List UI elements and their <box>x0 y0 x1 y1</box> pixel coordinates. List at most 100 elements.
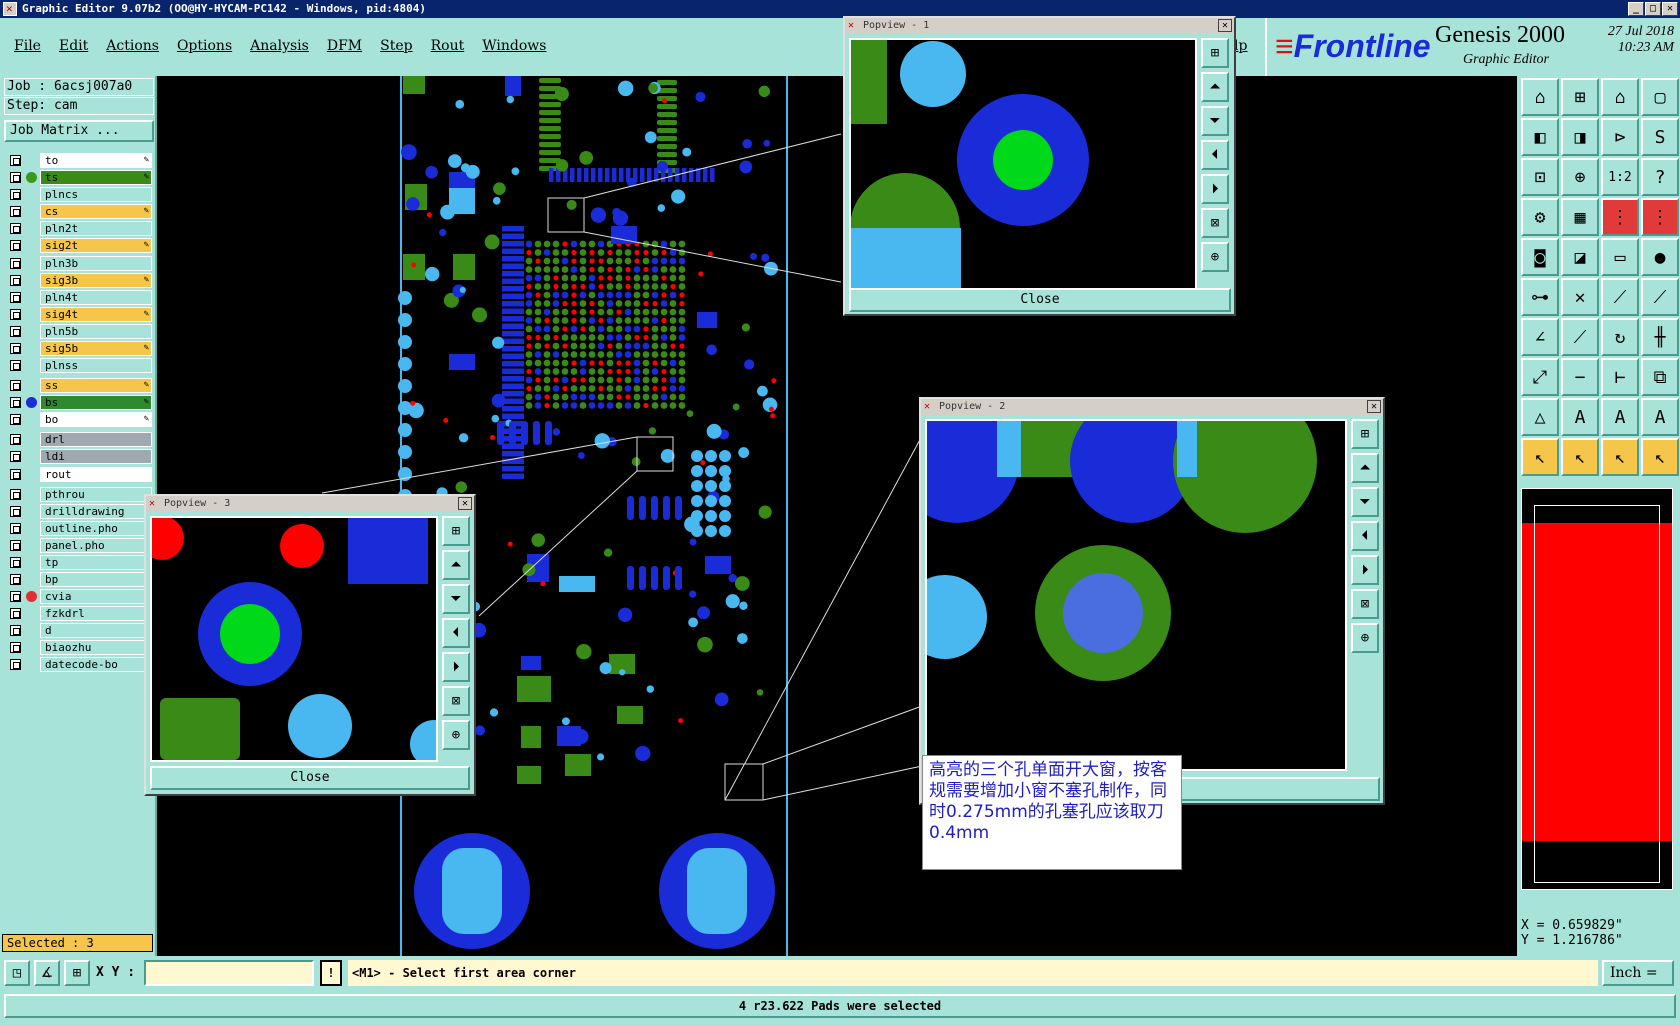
round-pad[interactable] <box>697 636 713 653</box>
smd-pad[interactable] <box>502 391 524 397</box>
bga-pad[interactable] <box>616 377 622 383</box>
bga-pad[interactable] <box>535 292 541 298</box>
bga-pad[interactable] <box>615 342 623 350</box>
smd-pad[interactable] <box>502 308 524 315</box>
popview-3-down-icon[interactable]: ⏷ <box>442 584 470 614</box>
round-pad[interactable] <box>540 581 546 587</box>
bga-pad[interactable] <box>660 300 668 307</box>
round-pad[interactable] <box>657 160 668 172</box>
xy-input[interactable] <box>144 960 314 986</box>
round-pad[interactable] <box>750 252 758 260</box>
round-pad[interactable] <box>706 423 722 439</box>
bga-pad[interactable] <box>552 291 560 299</box>
layer-row[interactable]: pln5b <box>6 323 154 339</box>
oval-pad[interactable] <box>639 496 646 520</box>
round-pad[interactable] <box>768 406 774 412</box>
bga-pad[interactable] <box>571 300 577 307</box>
bga-pad[interactable] <box>525 317 533 324</box>
round-pad[interactable] <box>657 204 666 212</box>
layer-name[interactable]: ss <box>40 378 152 394</box>
bga-pad[interactable] <box>651 368 659 375</box>
bga-pad[interactable] <box>598 385 604 392</box>
smd-pad[interactable] <box>502 346 524 352</box>
popview-2-left-icon[interactable]: ⏴ <box>1351 521 1379 551</box>
bga-pad[interactable] <box>652 385 658 392</box>
via-array-pad[interactable] <box>691 450 703 462</box>
component-pad[interactable] <box>697 312 717 328</box>
layer-checkbox[interactable] <box>10 397 21 409</box>
bga-pad[interactable] <box>633 308 641 316</box>
round-pad[interactable] <box>576 644 592 660</box>
bga-pad[interactable] <box>642 308 650 316</box>
bga-pad[interactable] <box>669 266 677 273</box>
layer-name[interactable]: ldi <box>40 449 152 465</box>
bga-pad[interactable] <box>597 325 605 333</box>
round-pad[interactable] <box>660 449 675 463</box>
fine-pitch-pad[interactable] <box>598 168 603 182</box>
bga-pad[interactable] <box>543 351 551 358</box>
via-array-pad[interactable] <box>719 465 731 477</box>
mounting-pad-right[interactable] <box>659 833 775 949</box>
menu-analysis[interactable]: Analysis <box>250 38 309 54</box>
bga-pad[interactable] <box>606 325 614 333</box>
round-pad[interactable] <box>771 378 777 384</box>
bga-pad[interactable] <box>642 283 650 290</box>
layer-name[interactable]: panel.pho <box>40 537 152 553</box>
popview-3-close-icon[interactable]: ✕ <box>458 497 472 510</box>
round-pad[interactable] <box>695 91 706 103</box>
bga-pad[interactable] <box>588 342 596 350</box>
layer-row[interactable]: sig2t <box>6 237 154 254</box>
layer-row[interactable]: panel.pho <box>6 537 154 553</box>
layer-row[interactable]: cvia <box>6 588 154 605</box>
bga-pad[interactable] <box>678 402 686 409</box>
layer-name[interactable]: sig3b <box>40 272 152 288</box>
bga-pad[interactable] <box>597 351 605 358</box>
smd-pad[interactable] <box>502 413 524 420</box>
layer-row[interactable]: ldi <box>6 448 154 465</box>
bga-pad[interactable] <box>633 325 641 333</box>
bga-pad[interactable] <box>534 342 542 350</box>
layer-row[interactable]: d <box>6 622 154 639</box>
bga-pad[interactable] <box>535 377 541 383</box>
bga-pad[interactable] <box>597 240 605 248</box>
round-pad[interactable] <box>401 144 417 161</box>
bga-pad[interactable] <box>552 402 560 409</box>
layer-checkbox[interactable] <box>10 414 21 426</box>
bga-pad[interactable] <box>669 274 677 282</box>
text-a-icon[interactable]: A <box>1561 398 1599 436</box>
bga-pad[interactable] <box>624 317 632 324</box>
bga-pad[interactable] <box>678 274 686 282</box>
round-pad[interactable] <box>484 234 500 250</box>
bga-pad[interactable] <box>633 376 641 384</box>
menu-options[interactable]: Options <box>177 38 232 54</box>
round-pad[interactable] <box>472 307 488 323</box>
bga-pad[interactable] <box>579 308 587 316</box>
bga-pad[interactable] <box>624 334 632 341</box>
bga-pad[interactable] <box>588 274 596 282</box>
bga-pad[interactable] <box>552 385 560 392</box>
bga-pad[interactable] <box>651 308 659 316</box>
round-pad[interactable] <box>737 633 748 644</box>
popview-3-center-icon[interactable]: ⊕ <box>442 720 470 750</box>
bga-pad[interactable] <box>660 351 668 358</box>
popview-2-fit-icon[interactable]: ⊠ <box>1351 589 1379 619</box>
layer-name[interactable]: cvia <box>40 589 152 605</box>
layer-checkbox[interactable] <box>10 659 21 671</box>
layer-row[interactable]: rout <box>6 466 154 482</box>
bga-pad[interactable] <box>597 308 605 316</box>
bga-pad[interactable] <box>643 402 649 409</box>
bga-pad[interactable] <box>588 317 596 324</box>
via-array-pad[interactable] <box>691 465 703 477</box>
bga-pad[interactable] <box>526 385 532 392</box>
bga-pad[interactable] <box>678 308 686 316</box>
smd-pad[interactable] <box>502 271 524 277</box>
layer-checkbox[interactable] <box>10 291 21 303</box>
connector-pad[interactable] <box>657 136 677 141</box>
layer-row[interactable]: sig4t <box>6 306 154 322</box>
bga-pad[interactable] <box>606 283 614 290</box>
component-pad[interactable] <box>559 576 595 592</box>
bga-pad[interactable] <box>534 359 542 367</box>
round-pad[interactable] <box>700 460 706 466</box>
layer-checkbox[interactable] <box>10 591 21 603</box>
bga-pad[interactable] <box>543 283 551 290</box>
